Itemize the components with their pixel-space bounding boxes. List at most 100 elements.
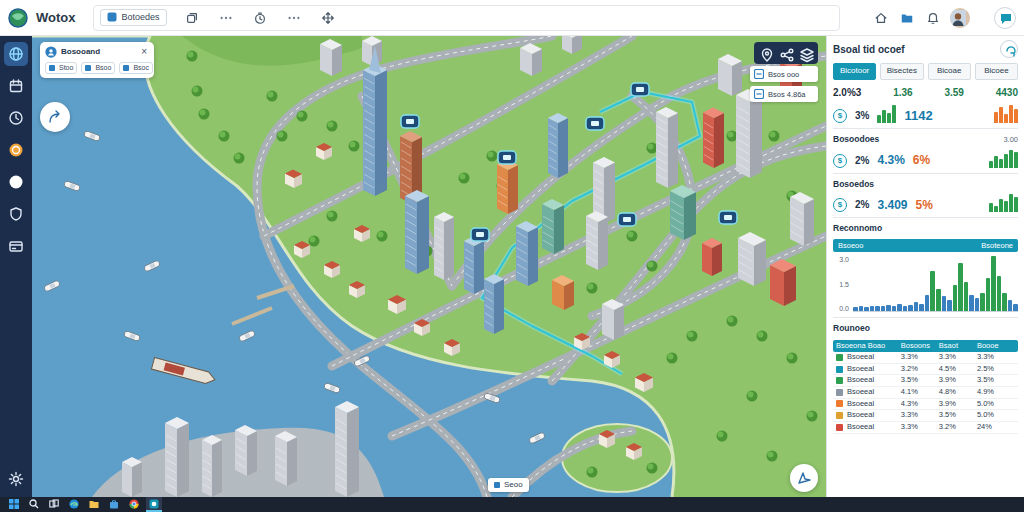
search-icon — [29, 499, 39, 509]
taskbar-item[interactable] — [146, 497, 162, 512]
table-head: Bsoeona BoaoBosoonsBsaotBoooe — [833, 340, 1018, 353]
route-button[interactable] — [40, 102, 70, 132]
chart-bar — [999, 159, 1003, 168]
chart-bar — [897, 304, 902, 311]
cell-text: Bsoeeal — [847, 365, 874, 374]
chip-icon — [85, 65, 91, 71]
pin-icon — [759, 47, 775, 63]
sidebar-item[interactable] — [4, 234, 28, 258]
chart-bar — [986, 278, 991, 311]
toolbar-tab[interactable]: Botoedes — [100, 9, 166, 26]
toolbar: Botoedes — [93, 5, 840, 31]
group-row: $2%4.3%6% — [833, 150, 1018, 168]
toggle-icon — [1003, 43, 1019, 59]
taskbar-item[interactable] — [86, 497, 102, 512]
taskbar-item[interactable] — [26, 497, 42, 512]
layer-item[interactable]: Bsos 4.86a — [750, 86, 818, 102]
panel-tab[interactable]: Bicotoor — [833, 63, 876, 80]
taskbar-item[interactable] — [6, 497, 22, 512]
sidebar-item[interactable] — [4, 42, 28, 66]
move-button[interactable] — [319, 9, 337, 27]
app-icon — [149, 499, 159, 509]
taskbar-item[interactable] — [106, 497, 122, 512]
chart-bar — [1014, 109, 1018, 123]
layer-item[interactable]: Bsos ooo — [750, 66, 818, 82]
metric-row: $3%1142 — [833, 105, 1018, 123]
chart-bar — [1014, 197, 1018, 213]
label-icon — [494, 482, 500, 488]
sidebar-item[interactable] — [4, 74, 28, 98]
clock-icon — [8, 110, 24, 126]
group-percent: 2% — [855, 153, 869, 168]
close-button[interactable]: × — [139, 47, 149, 57]
chip-label: Bsoo — [95, 64, 111, 72]
toggle-button[interactable] — [1000, 40, 1018, 58]
table-cell: 3.3% — [977, 353, 1015, 362]
sidebar-item[interactable] — [4, 202, 28, 226]
start-icon — [9, 499, 19, 509]
layer-label: Bsos ooo — [768, 70, 799, 79]
cell-text: Bsoeeal — [847, 400, 874, 409]
row-name: Bsoeeal — [836, 411, 901, 420]
layer-list: Bsos ooo Bsos 4.86a — [750, 66, 818, 102]
taskbar-item[interactable] — [126, 497, 142, 512]
avatar-button[interactable] — [950, 8, 970, 28]
panel-tab[interactable]: Bisectes — [880, 63, 923, 80]
card-chip[interactable]: Bsoc — [119, 62, 153, 74]
card-chip[interactable]: Stoo — [45, 62, 77, 74]
home-button[interactable] — [872, 9, 890, 27]
more-button[interactable] — [285, 9, 303, 27]
table-row[interactable]: Bsoeeal3.5%3.9%3.5% — [833, 375, 1018, 387]
group-header: Bosoedos — [833, 178, 1018, 191]
city-map[interactable] — [32, 36, 826, 497]
pin-button[interactable] — [756, 44, 776, 62]
layers-button[interactable] — [796, 44, 816, 62]
clone-button[interactable] — [183, 9, 201, 27]
chart-bar — [1008, 300, 1013, 311]
group-title: Bosoedos — [833, 178, 874, 191]
chat-button[interactable] — [994, 7, 1016, 29]
metric-percent: 3% — [855, 108, 869, 123]
locate-button[interactable] — [790, 464, 818, 492]
taskbar-item[interactable] — [66, 497, 82, 512]
cell-text: Bsoeeal — [847, 376, 874, 385]
bell-button[interactable] — [924, 9, 942, 27]
row-swatch — [836, 412, 843, 419]
plot-area — [853, 256, 1018, 312]
table-row[interactable]: Bsoeeal3.3%3.2%24% — [833, 422, 1018, 434]
table-row[interactable]: Bsoeeal4.3%3.9%5.0% — [833, 399, 1018, 411]
table-cell: 3.2% — [939, 423, 977, 432]
settings-button[interactable] — [4, 467, 28, 491]
panel-tab[interactable]: Bicoae — [928, 63, 971, 80]
chip-icon — [123, 65, 129, 71]
card-chip[interactable]: Bsoo — [81, 62, 115, 74]
chart-bar — [980, 293, 985, 311]
locate-icon — [796, 470, 812, 486]
table-cell: 3.9% — [939, 400, 977, 409]
taskbar-item[interactable] — [46, 497, 62, 512]
timer-button[interactable] — [251, 9, 269, 27]
share-button[interactable] — [776, 44, 796, 62]
sidebar-item[interactable] — [4, 138, 28, 162]
panel-tab[interactable]: Bicoee — [975, 63, 1018, 80]
chart-bar — [969, 295, 974, 312]
chart-bar — [914, 302, 919, 311]
table-row[interactable]: Bsoeeal4.1%4.8%4.9% — [833, 387, 1018, 399]
map-label[interactable]: Seoo — [488, 478, 529, 492]
table-row[interactable]: Bsoeeal3.3%3.3%3.3% — [833, 352, 1018, 364]
table-row[interactable]: Bsoeeal3.3%3.5%5.0% — [833, 410, 1018, 422]
chart-bar — [892, 105, 896, 123]
table-section: RounoeoBsoeona BoaoBosoonsBsaotBoooeBsoe… — [833, 317, 1018, 434]
layers-icon — [799, 47, 815, 63]
table-cell: 2.5% — [977, 365, 1015, 374]
chart-bar — [882, 110, 886, 123]
folder-button[interactable] — [898, 9, 916, 27]
table-cell: 4.9% — [977, 388, 1015, 397]
sidebar-item[interactable] — [4, 106, 28, 130]
sidebar-item[interactable] — [4, 170, 28, 194]
row-name: Bsoeeal — [836, 400, 901, 409]
table-row[interactable]: Bsoeeal3.2%4.5%2.5% — [833, 364, 1018, 376]
panel-title: Bsoal tid ocoef — [833, 42, 905, 57]
more-button[interactable] — [217, 9, 235, 27]
info-card: Bosooand×StooBsooBsoc — [40, 42, 154, 78]
